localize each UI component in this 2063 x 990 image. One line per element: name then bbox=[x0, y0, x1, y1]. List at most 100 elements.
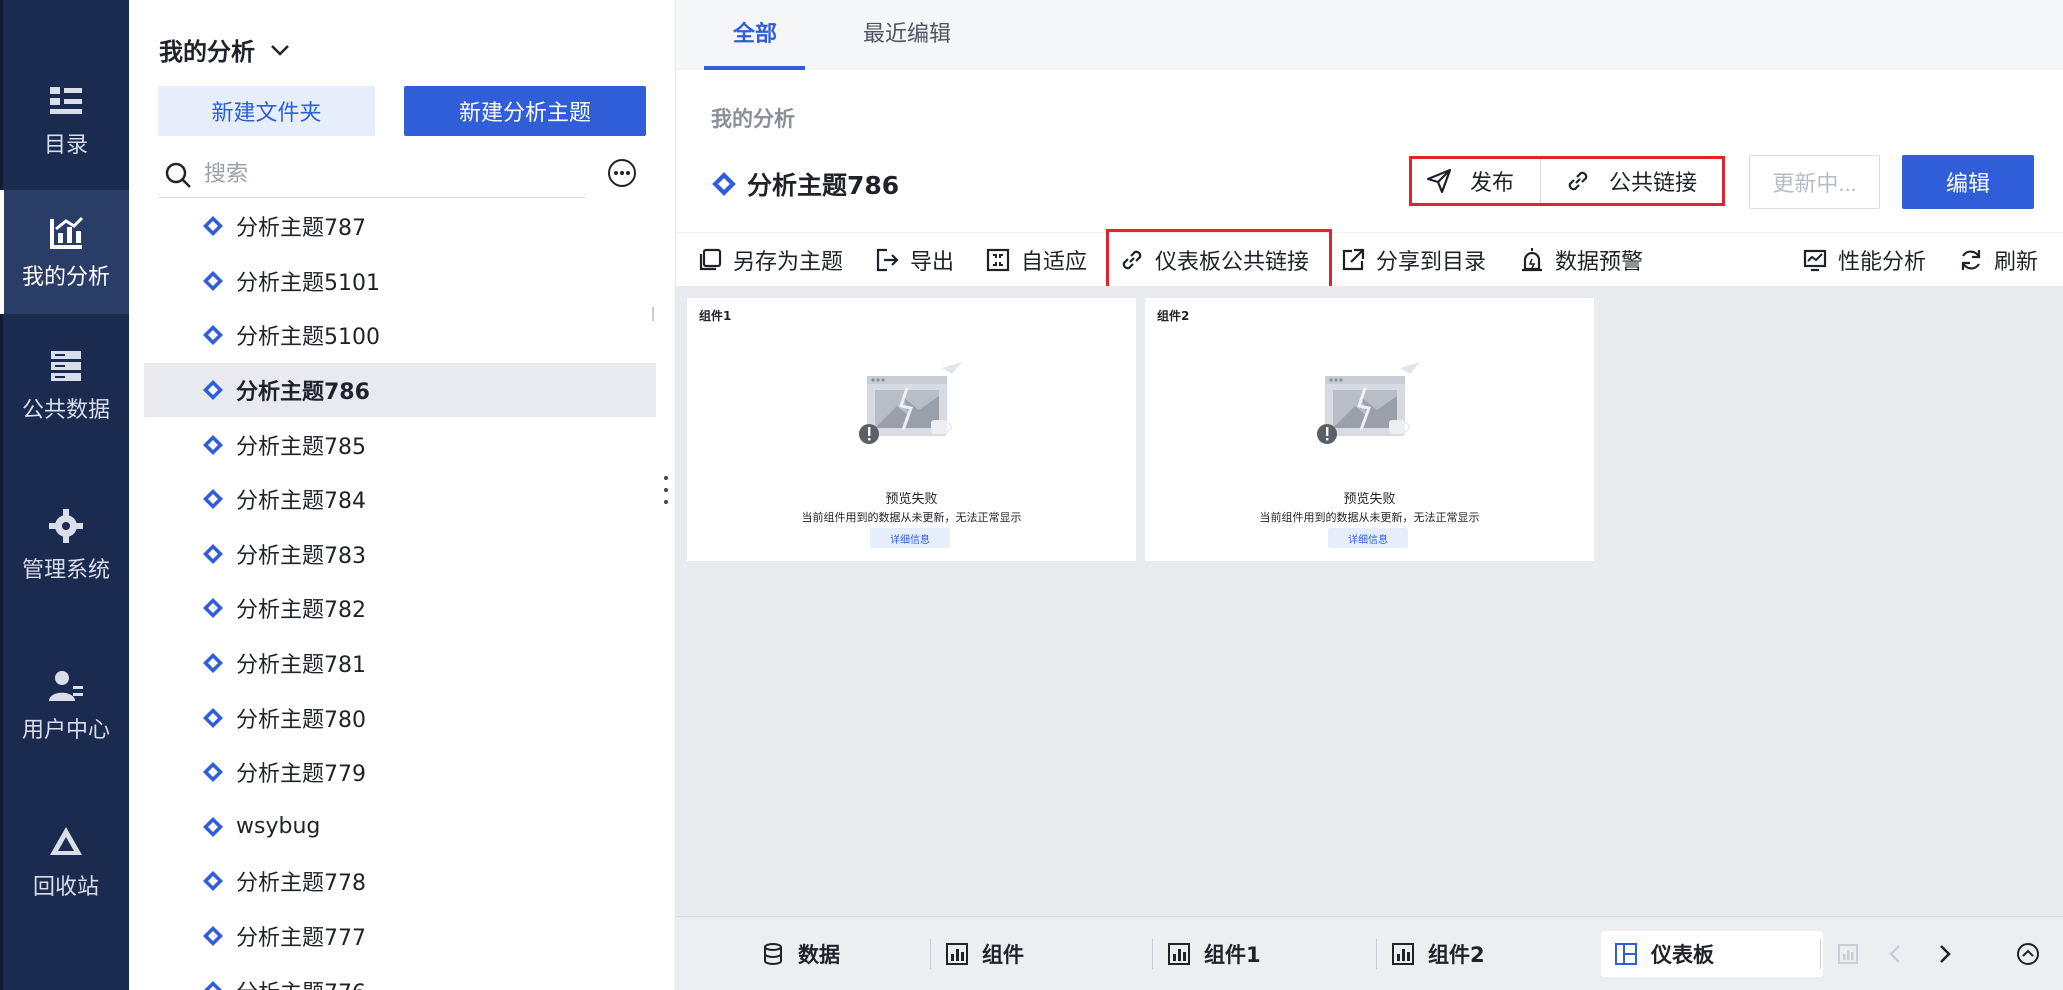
component-card[interactable]: 组件1 预览失败 当前组件用到的数据从未更新，无法正常显示 详细信息 bbox=[687, 298, 1136, 561]
auto-fit-button[interactable]: 自适应 bbox=[985, 243, 1087, 277]
bottom-tab-label: 数据 bbox=[798, 943, 840, 967]
list-item[interactable]: wsybug bbox=[144, 800, 656, 855]
nav-label: 管理系统 bbox=[21, 558, 110, 583]
list-item-label: 分析主题785 bbox=[236, 434, 366, 460]
card-title: 组件1 bbox=[699, 309, 732, 323]
new-folder-button[interactable]: 新建文件夹 bbox=[158, 86, 375, 136]
nav-item-catalog[interactable]: 目录 bbox=[3, 58, 129, 182]
share-to-catalog-button[interactable]: 分享到目录 bbox=[1340, 243, 1486, 277]
list-item[interactable]: 分析主题777 bbox=[144, 909, 656, 964]
error-detail: 当前组件用到的数据从未更新，无法正常显示 bbox=[1259, 511, 1480, 524]
list-item[interactable]: 分析主题5101 bbox=[144, 254, 656, 309]
list-item-label: 分析主题779 bbox=[236, 762, 366, 788]
list-item[interactable]: 分析主题781 bbox=[144, 636, 656, 691]
collapse-bar-button[interactable] bbox=[2013, 939, 2043, 969]
link-icon bbox=[1568, 171, 1588, 191]
search-input[interactable] bbox=[204, 162, 564, 187]
updating-button[interactable]: 更新中... bbox=[1749, 155, 1880, 209]
tab-recent-edit[interactable]: 最近编辑 bbox=[863, 16, 951, 48]
theme-icon bbox=[203, 434, 223, 455]
detail-button[interactable]: 详细信息 bbox=[870, 528, 950, 548]
export-icon bbox=[876, 248, 899, 272]
list-item-label: 分析主题778 bbox=[236, 871, 366, 897]
export-button[interactable]: 导出 bbox=[874, 243, 954, 277]
data-alert-button[interactable]: 数据预警 bbox=[1519, 243, 1643, 277]
public-link-label: 公共链接 bbox=[1609, 171, 1698, 196]
theme-icon bbox=[203, 653, 223, 674]
theme-icon bbox=[203, 926, 223, 947]
bottom-tab-component1[interactable]: 组件1 bbox=[1166, 931, 1261, 977]
broken-image-icon bbox=[859, 362, 962, 444]
nav-label: 用户中心 bbox=[21, 718, 110, 743]
new-theme-button[interactable]: 新建分析主题 bbox=[404, 86, 646, 136]
bar-chart-icon bbox=[1392, 943, 1414, 965]
theme-icon bbox=[203, 816, 223, 837]
list-item-label: 分析主题784 bbox=[236, 489, 366, 515]
divider bbox=[1376, 939, 1377, 969]
list-item-label: 分析主题776 bbox=[236, 975, 366, 990]
list-item[interactable]: 分析主题783 bbox=[144, 527, 656, 582]
bottom-tab-label: 仪表板 bbox=[1651, 943, 1714, 967]
nav-item-public-data[interactable]: 公共数据 bbox=[3, 323, 129, 447]
dashboard-icon bbox=[1615, 943, 1637, 965]
scrollbar-thumb[interactable] bbox=[652, 307, 654, 321]
list-item[interactable]: 分析主题776 bbox=[144, 963, 656, 990]
list-item[interactable]: 分析主题5100 bbox=[144, 308, 656, 363]
prev-tab-button[interactable] bbox=[1881, 939, 1911, 969]
list-item-label: 分析主题780 bbox=[236, 707, 366, 733]
monitor-chart-icon bbox=[1803, 249, 1827, 272]
save-as-theme-button[interactable]: 另存为主题 bbox=[697, 243, 843, 277]
list-item-label: 分析主题777 bbox=[236, 926, 366, 952]
left-nav: 目录 我的分析 公共数据 管理系统 用户中心 回收站 bbox=[0, 0, 129, 990]
bottom-tab-component[interactable]: 组件 bbox=[944, 931, 1024, 977]
nav-item-management[interactable]: 管理系统 bbox=[3, 483, 129, 607]
publish-label: 发布 bbox=[1470, 171, 1515, 196]
list-item[interactable]: 分析主题779 bbox=[144, 745, 656, 800]
theme-icon bbox=[203, 598, 223, 619]
fit-icon bbox=[986, 248, 1010, 272]
more-options-icon[interactable] bbox=[607, 158, 637, 188]
nav-item-recycle-bin[interactable]: 回收站 bbox=[3, 800, 129, 924]
next-tab-button[interactable] bbox=[1929, 939, 1959, 969]
error-message: 预览失败 bbox=[885, 492, 938, 507]
list-item[interactable]: 分析主题785 bbox=[144, 417, 656, 472]
nav-item-user-center[interactable]: 用户中心 bbox=[3, 643, 129, 767]
list-item-selected[interactable]: 分析主题786 bbox=[144, 362, 656, 418]
list-item[interactable]: 分析主题780 bbox=[144, 690, 656, 745]
tool-label: 导出 bbox=[910, 250, 955, 275]
add-tab-button[interactable] bbox=[1833, 939, 1863, 969]
breadcrumb[interactable]: 我的分析 bbox=[711, 103, 795, 133]
theme-icon bbox=[203, 489, 223, 510]
bottom-tab-component2[interactable]: 组件2 bbox=[1390, 931, 1485, 977]
theme-icon bbox=[203, 980, 223, 990]
publish-button[interactable]: 发布 bbox=[1412, 159, 1540, 203]
theme-icon bbox=[203, 270, 223, 291]
panel-title[interactable]: 我的分析 bbox=[159, 32, 291, 67]
bottom-tab-data[interactable]: 数据 bbox=[760, 931, 840, 977]
list-item-label: 分析主题782 bbox=[236, 598, 366, 624]
toolbar: 另存为主题 导出 自适应 仪表板公共链接 分享到目录 数据预警 性能分析 刷新 bbox=[676, 232, 2063, 286]
tab-bar: 全部 最近编辑 bbox=[676, 0, 2063, 70]
refresh-button[interactable]: 刷新 bbox=[1958, 243, 2038, 277]
error-message: 预览失败 bbox=[1343, 492, 1396, 507]
panel-resize-handle[interactable] bbox=[663, 476, 669, 504]
bottom-tab-label: 组件 bbox=[982, 943, 1024, 967]
nav-item-my-analysis[interactable]: 我的分析 bbox=[0, 190, 129, 314]
bar-chart-icon bbox=[1838, 944, 1858, 964]
list-item[interactable]: 分析主题784 bbox=[144, 472, 656, 527]
bottom-tab-dashboard[interactable]: 仪表板 bbox=[1601, 931, 1823, 977]
edit-button[interactable]: 编辑 bbox=[1902, 155, 2034, 209]
nav-label: 我的分析 bbox=[21, 265, 110, 290]
public-link-button[interactable]: 公共链接 bbox=[1565, 159, 1697, 203]
tab-all[interactable]: 全部 bbox=[733, 16, 777, 48]
detail-button[interactable]: 详细信息 bbox=[1328, 528, 1408, 548]
list-item[interactable]: 分析主题782 bbox=[144, 581, 656, 636]
performance-analysis-button[interactable]: 性能分析 bbox=[1802, 243, 1926, 277]
nav-label: 公共数据 bbox=[21, 398, 110, 423]
list-item[interactable]: 分析主题787 bbox=[144, 199, 656, 254]
list-item[interactable]: 分析主题778 bbox=[144, 854, 656, 909]
component-card[interactable]: 组件2 预览失败 当前组件用到的数据从未更新，无法正常显示 详细信息 bbox=[1145, 298, 1594, 561]
divider bbox=[1152, 939, 1153, 969]
list-item-label: 分析主题783 bbox=[236, 543, 366, 569]
